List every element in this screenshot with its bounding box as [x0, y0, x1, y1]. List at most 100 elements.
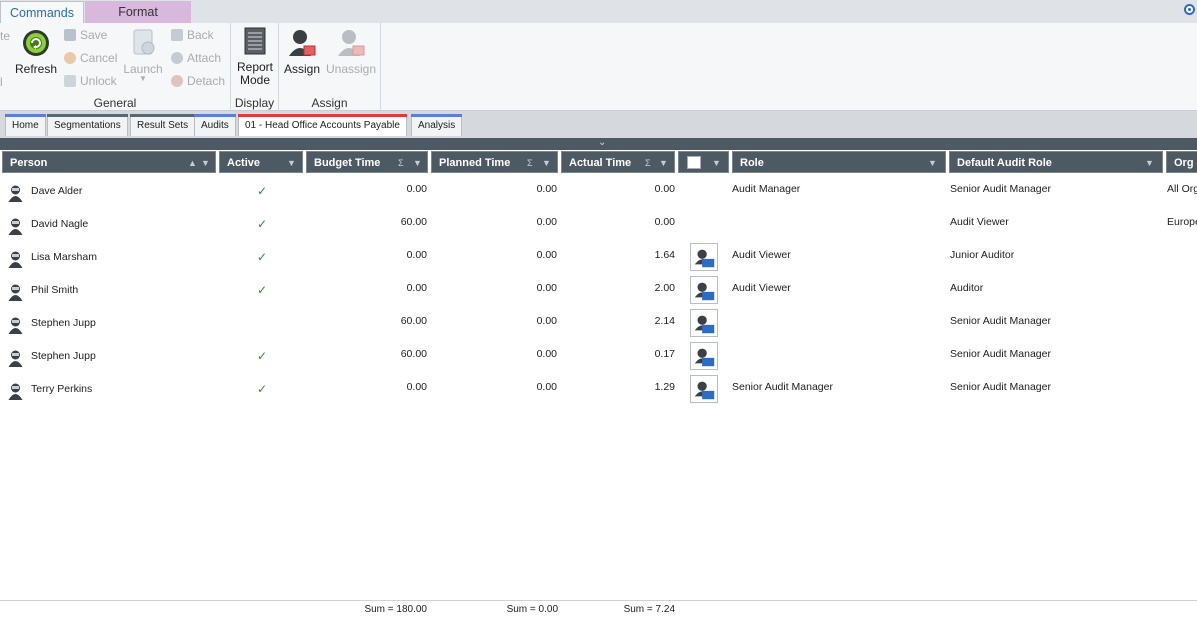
- sort-ascending-icon[interactable]: ▲: [188, 152, 197, 172]
- cell-planned-time: 0.00: [536, 249, 557, 261]
- detach-button[interactable]: Detach: [169, 71, 225, 91]
- filter-icon[interactable]: ▼: [201, 152, 210, 172]
- role-assignment-icon[interactable]: [690, 276, 718, 304]
- cell-org-unit: All Org: [1167, 183, 1197, 195]
- tab-audits[interactable]: Audits: [194, 114, 236, 136]
- filter-icon[interactable]: ▼: [413, 152, 422, 172]
- cancel-icon: [64, 52, 76, 64]
- active-check-icon[interactable]: ✓: [257, 349, 267, 363]
- chevron-down-icon: ▼: [139, 74, 147, 83]
- attach-button[interactable]: Attach: [169, 48, 221, 68]
- cell-role: Audit Viewer: [732, 249, 791, 261]
- document-tab-bar: Home Segmentations Result Sets Audits 01…: [0, 111, 1197, 138]
- unassign-button[interactable]: Unassign: [325, 26, 377, 76]
- panel-collapse-strip[interactable]: ⌄: [0, 137, 1197, 150]
- column-header-actual-time[interactable]: Actual Time Σ ▼: [561, 151, 675, 173]
- tab-color-bar: [238, 114, 407, 117]
- table-row[interactable]: Stephen Jupp 60.00 0.00 0.17 Senior Audit Ma…: [0, 340, 1197, 373]
- role-assignment-icon[interactable]: [690, 375, 718, 403]
- launch-button[interactable]: Launch ▼: [122, 26, 164, 83]
- column-title: Role: [740, 157, 764, 169]
- table-row[interactable]: Stephen Jupp 60.00 0.00 2.14 Senior Audit Ma…: [0, 307, 1197, 340]
- assign-button[interactable]: Assign: [282, 26, 322, 76]
- detach-label: Detach: [187, 74, 226, 88]
- active-check-icon[interactable]: ✓: [257, 217, 267, 231]
- refresh-button[interactable]: Refresh: [14, 26, 58, 76]
- role-column-icon: [687, 156, 701, 169]
- unlock-button[interactable]: Unlock: [62, 71, 117, 91]
- tab-format[interactable]: Format: [85, 1, 191, 23]
- cancel-button[interactable]: Cancel: [62, 48, 117, 68]
- cell-actual-time: 2.14: [654, 315, 675, 327]
- cell-budget-time: 0.00: [406, 282, 427, 294]
- truncated-button-label[interactable]: te: [0, 29, 10, 43]
- tab-label: Audits: [201, 120, 229, 131]
- filter-icon[interactable]: ▼: [1145, 152, 1154, 172]
- unassign-label: Unassign: [325, 62, 377, 76]
- cell-role: Audit Viewer: [732, 282, 791, 294]
- tab-head-office-accounts-payable[interactable]: 01 - Head Office Accounts Payable: [238, 114, 407, 136]
- sigma-icon[interactable]: Σ: [645, 152, 651, 172]
- tab-result-sets[interactable]: Result Sets: [130, 114, 196, 136]
- save-button[interactable]: Save: [62, 25, 107, 45]
- tab-analysis[interactable]: Analysis: [411, 114, 463, 136]
- tab-label: Analysis: [418, 120, 456, 131]
- sigma-icon[interactable]: Σ: [527, 152, 533, 172]
- cell-planned-time: 0.00: [536, 282, 557, 294]
- column-header-planned-time[interactable]: Planned Time Σ ▼: [431, 151, 558, 173]
- table-row[interactable]: Dave Alder 0.00 0.00 0.00 Audit Manager Senio…: [0, 175, 1197, 208]
- column-header-org-unit[interactable]: Org U: [1166, 151, 1197, 173]
- filter-icon[interactable]: ▼: [712, 152, 721, 172]
- report-mode-button[interactable]: Report Mode: [235, 26, 275, 87]
- column-header-role-icon[interactable]: ▼: [678, 151, 729, 173]
- assign-label: Assign: [283, 62, 321, 76]
- role-assignment-icon[interactable]: [690, 243, 718, 271]
- window-option-icon[interactable]: [1184, 4, 1195, 15]
- back-label: Back: [187, 28, 214, 42]
- group-display: Report Mode Display: [231, 23, 279, 111]
- sigma-icon[interactable]: Σ: [398, 152, 404, 172]
- column-title: Active: [227, 157, 261, 169]
- filter-icon[interactable]: ▼: [542, 152, 551, 172]
- column-header-default-audit-role[interactable]: Default Audit Role ▼: [949, 151, 1163, 173]
- back-button[interactable]: Back: [169, 25, 214, 45]
- active-check-icon[interactable]: ✓: [257, 184, 267, 198]
- save-icon: [64, 29, 76, 41]
- column-header-budget-time[interactable]: Budget Time Σ ▼: [306, 151, 428, 173]
- column-header-active[interactable]: Active ▼: [219, 151, 303, 173]
- active-check-icon[interactable]: ✓: [257, 382, 267, 396]
- active-check-icon[interactable]: ✓: [257, 283, 267, 297]
- tab-segmentations[interactable]: Segmentations: [47, 114, 128, 136]
- table-row[interactable]: Terry Perkins 0.00 0.00 1.29 Senior Audit Ma…: [0, 373, 1197, 406]
- tab-color-bar: [5, 114, 46, 117]
- column-header-person[interactable]: Person ▲ ▼: [2, 151, 216, 173]
- filter-icon[interactable]: ▼: [287, 152, 296, 172]
- sum-budget-time: Sum = 180.00: [364, 604, 427, 615]
- role-assignment-icon[interactable]: [690, 309, 718, 337]
- cell-default-audit-role: Junior Auditor: [950, 249, 1015, 261]
- tab-home[interactable]: Home: [5, 114, 46, 136]
- grid-header: Person ▲ ▼ Active ▼ Budget Time Σ ▼ Plan…: [0, 150, 1197, 175]
- tab-label: 01 - Head Office Accounts Payable: [245, 120, 400, 131]
- unlock-label: Unlock: [80, 74, 117, 88]
- cell-actual-time: 0.00: [654, 183, 675, 195]
- table-row[interactable]: Lisa Marsham 0.00 0.00 1.64 Audit Viewer Juni…: [0, 241, 1197, 274]
- group-general: te l Refresh Save Cancel Unlock Launch ▼…: [0, 23, 231, 111]
- truncated-button-label[interactable]: l: [0, 75, 3, 89]
- filter-icon[interactable]: ▼: [659, 152, 668, 172]
- refresh-icon: [23, 30, 49, 56]
- tab-commands[interactable]: Commands: [0, 1, 84, 23]
- chevron-down-icon[interactable]: ⌄: [598, 137, 606, 148]
- tab-label: Segmentations: [54, 120, 121, 131]
- cell-budget-time: 0.00: [406, 249, 427, 261]
- cell-org-unit: Europe: [1167, 216, 1197, 228]
- cell-actual-time: 0.17: [654, 348, 675, 360]
- active-check-icon[interactable]: ✓: [257, 250, 267, 264]
- attach-label: Attach: [187, 51, 222, 65]
- filter-icon[interactable]: ▼: [928, 152, 937, 172]
- table-row[interactable]: Phil Smith 0.00 0.00 2.00 Audit Viewer Audito…: [0, 274, 1197, 307]
- column-header-role[interactable]: Role ▼: [732, 151, 946, 173]
- table-row[interactable]: David Nagle 60.00 0.00 0.00 Audit Viewer Euro…: [0, 208, 1197, 241]
- role-assignment-icon[interactable]: [690, 342, 718, 370]
- user-avatar-icon: [8, 185, 23, 202]
